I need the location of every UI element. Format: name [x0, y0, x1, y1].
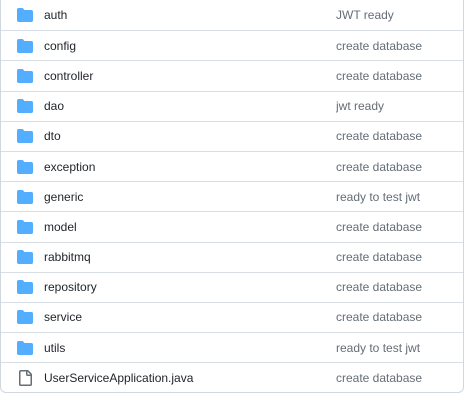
folder-icon: [17, 279, 33, 295]
file-name-link[interactable]: controller: [44, 69, 336, 83]
file-row[interactable]: repository create database: [1, 271, 463, 302]
commit-message-link[interactable]: create database: [336, 220, 463, 234]
commit-message-link[interactable]: create database: [336, 280, 463, 294]
folder-icon: [17, 249, 33, 265]
commit-message-link[interactable]: create database: [336, 250, 463, 264]
commit-message-link[interactable]: jwt ready: [336, 99, 463, 113]
commit-message-link[interactable]: create database: [336, 310, 463, 324]
folder-icon: [17, 98, 33, 114]
folder-icon: [17, 38, 33, 54]
file-name-link[interactable]: utils: [44, 341, 336, 355]
folder-icon: [17, 309, 33, 325]
folder-icon: [17, 159, 33, 175]
file-row[interactable]: model create database: [1, 211, 463, 241]
file-row[interactable]: dto create database: [1, 120, 463, 151]
commit-message-link[interactable]: create database: [336, 69, 463, 83]
file-icon: [17, 369, 33, 386]
folder-icon: [17, 219, 33, 235]
folder-icon: [17, 68, 33, 84]
file-row[interactable]: service create database: [1, 301, 463, 332]
file-row[interactable]: config create database: [1, 30, 463, 60]
file-name-link[interactable]: repository: [44, 280, 336, 294]
file-row[interactable]: auth JWT ready: [1, 0, 463, 30]
folder-icon: [17, 189, 33, 205]
file-row[interactable]: exception create database: [1, 150, 463, 181]
commit-message-link[interactable]: create database: [336, 371, 463, 385]
file-name-link[interactable]: dto: [44, 129, 336, 143]
commit-message-link[interactable]: create database: [336, 160, 463, 174]
file-row[interactable]: UserServiceApplication.java create datab…: [1, 362, 463, 392]
file-name-link[interactable]: rabbitmq: [44, 250, 336, 264]
file-row[interactable]: generic ready to test jwt: [1, 181, 463, 211]
folder-icon: [17, 128, 33, 144]
file-row[interactable]: utils ready to test jwt: [1, 332, 463, 362]
folder-icon: [17, 340, 33, 356]
commit-message-link[interactable]: ready to test jwt: [336, 190, 463, 204]
file-row[interactable]: controller create database: [1, 60, 463, 90]
commit-message-link[interactable]: create database: [336, 39, 463, 53]
commit-message-link[interactable]: ready to test jwt: [336, 341, 463, 355]
file-name-link[interactable]: generic: [44, 190, 336, 204]
file-name-link[interactable]: UserServiceApplication.java: [44, 371, 336, 385]
file-name-link[interactable]: service: [44, 310, 336, 324]
file-name-link[interactable]: auth: [44, 8, 336, 22]
file-name-link[interactable]: config: [44, 39, 336, 53]
folder-icon: [17, 7, 33, 23]
file-list: auth JWT ready config create database co…: [0, 0, 464, 394]
commit-message-link[interactable]: create database: [336, 129, 463, 143]
file-row[interactable]: rabbitmq create database: [1, 241, 463, 272]
commit-message-link[interactable]: JWT ready: [336, 8, 463, 22]
file-name-link[interactable]: model: [44, 220, 336, 234]
file-name-link[interactable]: dao: [44, 99, 336, 113]
file-row[interactable]: dao jwt ready: [1, 90, 463, 121]
file-name-link[interactable]: exception: [44, 160, 336, 174]
